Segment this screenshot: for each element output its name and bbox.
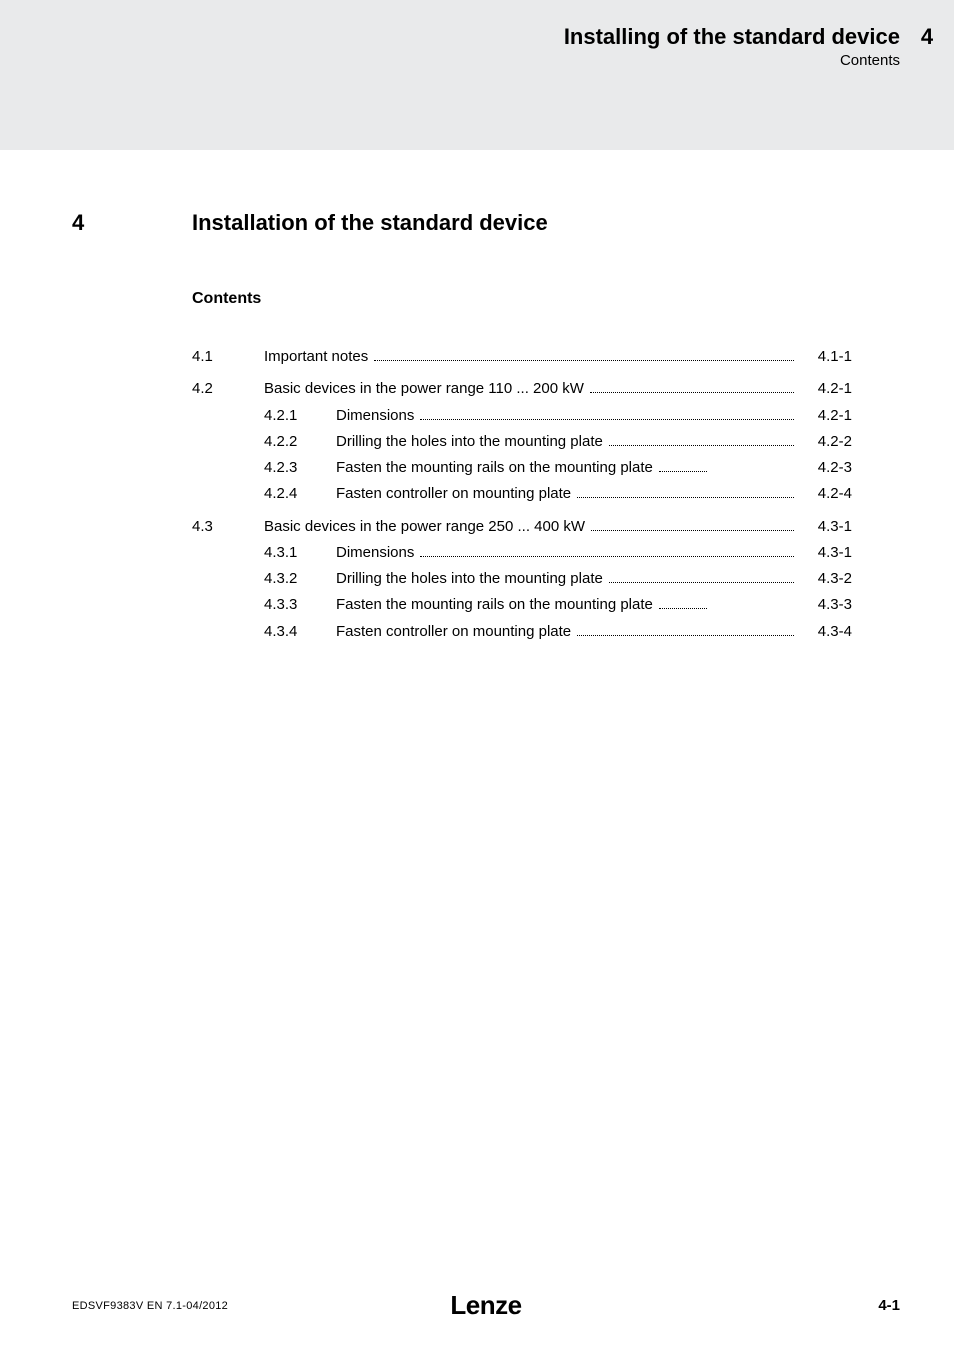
toc-entry-page: 4.2-1 [800,404,852,427]
toc-entry[interactable]: 4.1 Important notes 4.1-1 [192,345,852,368]
toc-entry-text: Dimensions [336,541,414,564]
toc-entry-number: 4.3.4 [264,620,336,643]
toc-entry-text: Drilling the holes into the mounting pla… [336,430,603,453]
header-subtitle: Contents [564,52,900,69]
page-footer: EDSVF9383V EN 7.1-04/2012 Lenze 4-1 [72,1297,900,1314]
toc-entry-page: 4.2-4 [800,482,852,505]
toc-leader-dots [609,573,794,584]
toc-entry-page: 4.3-2 [800,567,852,590]
chapter-title: Installation of the standard device [192,210,548,236]
footer-brand-logo: Lenze [450,1290,521,1321]
toc-entry-page: 4.2-3 [800,456,852,479]
toc-entry-number: 4.2 [192,377,264,400]
toc-entry[interactable]: 4.3 Basic devices in the power range 250… [192,515,852,538]
toc-leader-dots [420,409,794,420]
toc-leader-dots [590,383,794,394]
toc-entry-text: Fasten controller on mounting plate [336,620,571,643]
toc-entry[interactable]: 4.3.1 Dimensions 4.3-1 [192,541,852,564]
toc-entry[interactable]: 4.3.3 Fasten the mounting rails on the m… [192,593,852,616]
toc-leader-dots [420,546,794,557]
toc-entry[interactable]: 4.3.2 Drilling the holes into the mounti… [192,567,852,590]
toc-leader-dots [577,625,794,636]
toc-leader-dots [609,435,794,446]
toc-entry-page: 4.3-4 [800,620,852,643]
toc-entry-number: 4.3 [192,515,264,538]
toc-leader-dots [374,351,794,362]
toc-entry-number: 4.1 [192,345,264,368]
toc-entry[interactable]: 4.2.3 Fasten the mounting rails on the m… [192,456,852,479]
header-title: Installing of the standard device [564,24,900,50]
toc-entry-number: 4.2.3 [264,456,336,479]
toc-entry-page: 4.2-1 [800,377,852,400]
contents-heading: Contents [192,290,261,308]
footer-page-number: 4-1 [878,1297,900,1314]
toc-entry[interactable]: 4.2.2 Drilling the holes into the mounti… [192,430,852,453]
chapter-number: 4 [72,210,84,236]
toc-leader-dots [659,599,707,610]
toc-entry[interactable]: 4.2.1 Dimensions 4.2-1 [192,404,852,427]
toc-entry-text: Fasten the mounting rails on the mountin… [336,456,653,479]
toc-entry-number: 4.3.2 [264,567,336,590]
footer-docinfo: EDSVF9383V EN 7.1-04/2012 [72,1300,228,1312]
toc-entry-text: Important notes [264,345,368,368]
toc-entry-text: Fasten the mounting rails on the mountin… [336,593,653,616]
toc-leader-dots [659,462,707,473]
header-band [0,0,954,150]
toc-entry[interactable]: 4.2 Basic devices in the power range 110… [192,377,852,400]
toc-entry[interactable]: 4.2.4 Fasten controller on mounting plat… [192,482,852,505]
toc-leader-dots [591,520,794,531]
toc-entry-number: 4.2.2 [264,430,336,453]
toc-entry-text: Fasten controller on mounting plate [336,482,571,505]
toc-leader-dots [577,488,794,499]
page-header: Installing of the standard device Conten… [564,24,900,69]
page-number-top: 4 [900,24,954,50]
toc-entry-text: Basic devices in the power range 110 ...… [264,377,584,400]
toc-entry-page: 4.2-2 [800,430,852,453]
toc-entry-number: 4.2.4 [264,482,336,505]
toc-entry-page: 4.3-1 [800,541,852,564]
toc-entry-page: 4.1-1 [800,345,852,368]
toc-entry-number: 4.3.3 [264,593,336,616]
toc-entry-number: 4.3.1 [264,541,336,564]
toc-entry[interactable]: 4.3.4 Fasten controller on mounting plat… [192,620,852,643]
toc-entry-number: 4.2.1 [264,404,336,427]
toc-entry-page: 4.3-1 [800,515,852,538]
toc-entry-text: Basic devices in the power range 250 ...… [264,515,585,538]
toc-entry-text: Dimensions [336,404,414,427]
toc-entry-text: Drilling the holes into the mounting pla… [336,567,603,590]
table-of-contents: 4.1 Important notes 4.1-1 4.2 Basic devi… [192,345,852,646]
toc-entry-page: 4.3-3 [800,593,852,616]
